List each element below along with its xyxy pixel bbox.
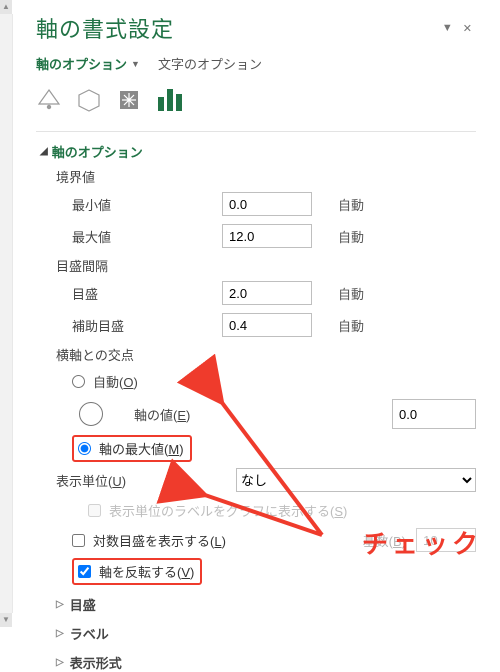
major-input[interactable] [222, 281, 312, 305]
tab-text-options-label: 文字のオプション [158, 54, 262, 73]
axis-options-icon[interactable] [156, 87, 184, 113]
chk-log-scale-label: 対数目盛を表示する(L) [93, 531, 226, 550]
expand-icon: ▷ [56, 657, 64, 668]
chk-show-unit-label-input [88, 504, 101, 517]
expand-icon: ▷ [56, 628, 64, 639]
chk-reverse-label: 軸を反転する(V) [99, 562, 194, 581]
log-base-label: 基数(B) [363, 531, 406, 550]
major-label: 目盛 [72, 284, 222, 303]
pane-menu-icon[interactable]: ▼ [442, 22, 453, 35]
radio-cross-max-label: 軸の最大値(M) [99, 439, 184, 458]
chk-reverse-input[interactable] [78, 565, 91, 578]
bounds-heading: 境界値 [56, 167, 476, 186]
chk-log-scale-input[interactable] [72, 534, 85, 547]
dropdown-icon: ▼ [131, 59, 140, 69]
log-base-input [416, 528, 476, 552]
minor-label: 補助目盛 [72, 316, 222, 335]
max-auto: 自動 [338, 227, 364, 246]
left-scroll-rail: ▲ ▼ [0, 0, 12, 627]
major-auto: 自動 [338, 284, 364, 303]
scroll-track[interactable] [0, 14, 13, 613]
radio-cross-max-input[interactable] [78, 442, 91, 455]
radio-cross-value-input[interactable] [56, 402, 126, 426]
group-axis-options[interactable]: ◢ 軸のオプション [40, 142, 476, 161]
size-properties-icon[interactable] [116, 87, 142, 113]
radio-cross-value-label: 軸の値(E) [134, 405, 190, 424]
collapse-icon: ◢ [40, 146, 48, 157]
callout-cross-max: 軸の最大値(M) [72, 435, 192, 462]
callout-reverse: 軸を反転する(V) [72, 558, 202, 585]
fill-line-icon[interactable] [36, 87, 62, 113]
max-input[interactable] [222, 224, 312, 248]
min-input[interactable] [222, 192, 312, 216]
pane-close-icon[interactable]: ✕ [463, 22, 472, 35]
radio-cross-auto-label: 自動(O) [93, 372, 138, 391]
section-number-format[interactable]: ▷表示形式 [56, 653, 476, 672]
radio-cross-auto[interactable]: 自動(O) [72, 369, 476, 393]
category-icon-bar [36, 87, 500, 113]
min-label: 最小値 [72, 195, 222, 214]
chk-show-unit-label: 表示単位のラベルをグラフに表示する(S) [88, 498, 476, 522]
display-units-select[interactable]: なし [236, 468, 476, 492]
tab-axis-options[interactable]: 軸のオプション ▼ [36, 54, 140, 73]
pane-title: 軸の書式設定 [36, 12, 174, 44]
chk-show-unit-label-text: 表示単位のラベルをグラフに表示する(S) [109, 501, 347, 520]
display-units-label: 表示単位(U) [56, 471, 236, 490]
tab-axis-options-label: 軸のオプション [36, 54, 127, 73]
expand-icon: ▷ [56, 599, 64, 610]
scroll-down-icon[interactable]: ▼ [0, 613, 12, 627]
minor-input[interactable] [222, 313, 312, 337]
divider [36, 131, 476, 132]
scroll-up-icon[interactable]: ▲ [0, 0, 12, 14]
units-heading: 目盛間隔 [56, 256, 476, 275]
max-label: 最大値 [72, 227, 222, 246]
radio-cross-value[interactable]: 軸の値(E) [56, 402, 190, 426]
minor-auto: 自動 [338, 316, 364, 335]
tab-text-options[interactable]: 文字のオプション [158, 54, 262, 73]
format-axis-pane: ▲ ▼ 軸の書式設定 ▼ ✕ 軸のオプション ▼ 文字のオプション [0, 0, 500, 627]
group-axis-options-label: 軸のオプション [52, 142, 143, 161]
cross-heading: 横軸との交点 [56, 345, 476, 364]
section-tick-marks[interactable]: ▷目盛 [56, 595, 476, 614]
min-auto: 自動 [338, 195, 364, 214]
effects-icon[interactable] [76, 87, 102, 113]
radio-cross-auto-input[interactable] [72, 375, 85, 388]
cross-value-input[interactable] [392, 399, 476, 429]
